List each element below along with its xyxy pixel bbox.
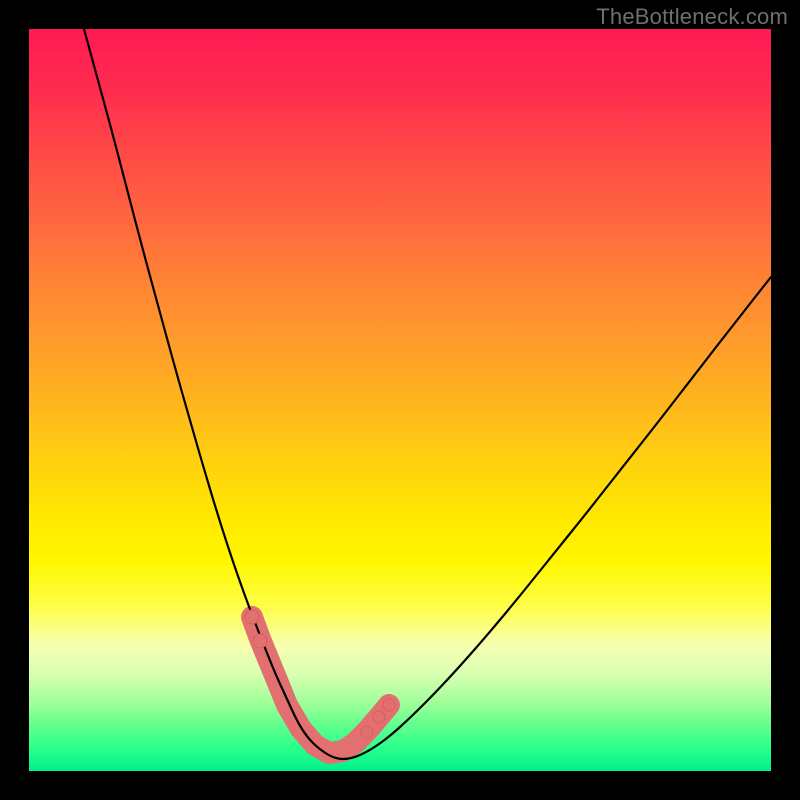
plot-clip bbox=[29, 29, 771, 771]
bottleneck-curve bbox=[84, 29, 771, 759]
accent-dot bbox=[245, 610, 259, 624]
accent-dot bbox=[361, 726, 373, 738]
outer-frame: TheBottleneck.com bbox=[0, 0, 800, 800]
accent-dot bbox=[373, 711, 385, 723]
accent-dot bbox=[383, 699, 395, 711]
plot-area bbox=[29, 29, 771, 771]
watermark-text: TheBottleneck.com bbox=[596, 4, 788, 30]
curve-svg bbox=[29, 29, 771, 771]
accent-dot bbox=[253, 634, 267, 648]
